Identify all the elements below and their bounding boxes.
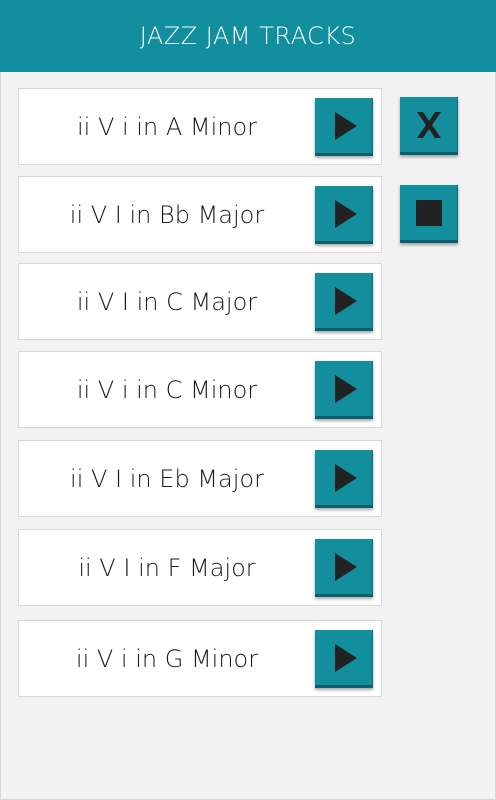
play-icon	[334, 463, 357, 492]
track-row-a-minor: ii V i in A Minor	[18, 88, 382, 165]
app-title: JAZZ JAM TRACKS	[139, 22, 357, 50]
app-header: JAZZ JAM TRACKS	[0, 0, 496, 72]
stop-icon	[415, 199, 442, 226]
close-button[interactable]	[400, 97, 458, 155]
play-button[interactable]	[315, 630, 373, 688]
track-row-f-major: ii V I in F Major	[18, 529, 382, 606]
track-label: ii V i in G Minor	[75, 644, 259, 673]
track-row-eb-major: ii V I in Eb Major	[18, 440, 382, 517]
track-label: ii V i in C Minor	[76, 375, 258, 404]
play-icon	[334, 111, 357, 140]
track-label: ii V i in A Minor	[77, 112, 257, 141]
play-button[interactable]	[315, 539, 373, 597]
track-label: ii V I in C Major	[76, 287, 258, 316]
stop-button[interactable]	[400, 185, 458, 243]
play-button[interactable]	[315, 186, 373, 244]
track-label: ii V I in Bb Major	[69, 200, 265, 229]
track-row-c-major: ii V I in C Major	[18, 263, 382, 340]
track-row-c-minor: ii V i in C Minor	[18, 351, 382, 428]
play-icon	[334, 199, 357, 228]
play-button[interactable]	[315, 361, 373, 419]
play-button[interactable]	[315, 98, 373, 156]
play-button[interactable]	[315, 450, 373, 508]
track-row-g-minor: ii V i in G Minor	[18, 620, 382, 697]
play-icon	[334, 552, 357, 581]
track-label: ii V I in Eb Major	[70, 464, 264, 493]
play-icon	[334, 643, 357, 672]
play-icon	[334, 286, 357, 315]
play-icon	[334, 374, 357, 403]
track-label: ii V I in F Major	[78, 553, 256, 582]
track-row-bb-major: ii V I in Bb Major	[18, 176, 382, 253]
play-button[interactable]	[315, 273, 373, 331]
close-icon	[413, 109, 445, 141]
